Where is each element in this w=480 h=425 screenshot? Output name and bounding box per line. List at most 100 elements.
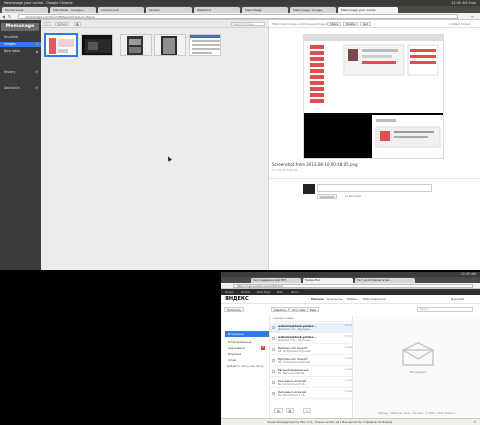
sidebar-item-danishon[interactable]: DanishOn ⚙ bbox=[0, 86, 41, 91]
message-row[interactable]: webmina@desk.yandex... Jpeartest.com - К… bbox=[270, 323, 354, 333]
delete-button[interactable]: Delete bbox=[343, 22, 359, 26]
sidebar-item-history[interactable]: History ⚙ bbox=[0, 70, 41, 75]
image-thumbnail[interactable] bbox=[81, 34, 113, 56]
message-row[interactable]: webmina@desk.yandex... Jpeartest.com - К… bbox=[270, 334, 354, 344]
message-row[interactable]: ByChess.com Support Re: По ByChess Крупн… bbox=[270, 356, 354, 366]
mail-footer: Помощь · Обратная связь · Реклама · © 20… bbox=[378, 412, 456, 415]
app-logo[interactable]: Memonage bbox=[1, 23, 39, 31]
image-thumbnail[interactable] bbox=[44, 33, 78, 57]
yandex-logo[interactable]: ЯНДЕКС bbox=[225, 296, 249, 303]
folder-label: Спам bbox=[228, 358, 237, 362]
mail-search-input[interactable]: Поиск bbox=[417, 307, 473, 312]
message-checkbox[interactable] bbox=[272, 392, 275, 395]
sort-header[interactable]: Сначала новые bbox=[270, 316, 354, 322]
menu-icon[interactable]: ≡ bbox=[471, 14, 474, 19]
comment-button[interactable]: Comment bbox=[317, 194, 337, 199]
close-icon[interactable]: × bbox=[473, 419, 476, 425]
folder-label: Корзина bbox=[228, 352, 242, 356]
image-thumbnail[interactable] bbox=[189, 34, 221, 56]
message-date: 9 мая bbox=[344, 346, 352, 349]
comment-input[interactable] bbox=[317, 184, 432, 192]
add-folder-link[interactable]: Добавить папку или метку bbox=[227, 364, 264, 369]
user-name[interactable]: Джозеф bbox=[451, 297, 464, 302]
nav-subscriptions[interactable]: Мои подписки bbox=[363, 297, 386, 302]
avatar bbox=[303, 184, 315, 194]
folder-count: 3 bbox=[261, 346, 265, 350]
nav-contacts[interactable]: Контакты bbox=[327, 297, 342, 302]
chrome-window-yandex-mail: 12:45 AM Тех поддержка для РНР... Yandex… bbox=[221, 272, 480, 425]
back-icon[interactable]: ◀ bbox=[2, 14, 5, 19]
spam-button[interactable]: Это спам bbox=[289, 307, 309, 312]
message-checkbox[interactable] bbox=[272, 359, 275, 362]
sidebar-item-images[interactable]: Images 9 bbox=[0, 42, 41, 47]
message-row[interactable]: Беломенко Алексей Re: Оплатить в 3 сф...… bbox=[270, 389, 354, 399]
message-row[interactable]: ByChess.com Support Re: По ByChess Крупн… bbox=[270, 345, 354, 355]
search-input[interactable]: Search Images ... bbox=[231, 22, 265, 26]
image-date: 10 Aug 2013 00:48 bbox=[272, 169, 297, 172]
preview-image bbox=[303, 34, 444, 159]
folder-label: Входящие bbox=[228, 332, 245, 336]
mail-toolbar: Написать Удалить Это спам Ещё Поиск bbox=[221, 305, 480, 314]
folder-label: Отправленные bbox=[228, 340, 252, 344]
grid-view-icon[interactable]: ▦ bbox=[74, 22, 81, 26]
search-icon[interactable]: ⌕ bbox=[303, 408, 311, 413]
folder-spam[interactable]: Спам bbox=[225, 357, 269, 363]
reload-icon[interactable]: ↻ bbox=[8, 14, 11, 19]
folder-list: Входящие Отправленные Черновики 3 Корзин… bbox=[221, 323, 269, 425]
message-subject: Re: По ByChess Крупный bbox=[278, 361, 311, 364]
browser-tab-strip: Расписание Macintosh - Google+ yoururl.c… bbox=[0, 6, 480, 13]
envelope-icon bbox=[402, 342, 434, 366]
comment-form: Comment as DanishOn bbox=[303, 184, 432, 199]
image-thumbnail[interactable] bbox=[154, 34, 186, 56]
folder-inbox[interactable]: Входящие bbox=[225, 331, 269, 337]
compose-button[interactable]: Написать bbox=[224, 307, 244, 312]
gear-icon: ⚙ bbox=[35, 86, 38, 90]
message-row[interactable]: Беломенко Алексей Re: Оплатить в 3 сф...… bbox=[270, 378, 354, 388]
message-checkbox[interactable] bbox=[272, 381, 275, 384]
app-area: Memonage Uncalled Images 9 New table His… bbox=[0, 20, 480, 270]
image-filename: Screenshot from 2013-08-10 00:48:05.png bbox=[272, 162, 358, 167]
image-grid-panel: ☐ Upload ▦ Search Images ... bbox=[41, 20, 269, 270]
image-thumbnail[interactable] bbox=[120, 34, 152, 56]
dot-icon bbox=[36, 50, 38, 53]
message-date: 10:44 bbox=[344, 324, 352, 327]
sidebar-item-uncalled[interactable]: Uncalled bbox=[0, 35, 41, 40]
message-subject: Jpeartest.com - Крупные... bbox=[278, 339, 312, 342]
sidebar-item-label: Uncalled bbox=[4, 35, 18, 39]
sidebar-item-label: DanishOn bbox=[4, 86, 20, 90]
mail-header: ЯНДЕКС Письма Контакты Файлы Мои подписк… bbox=[221, 295, 480, 304]
message-checkbox[interactable] bbox=[272, 337, 275, 340]
message-subject: Re: Welcome vehicle bbox=[278, 372, 304, 375]
message-list: Сначала новые webmina@desk.yandex... Jpe… bbox=[269, 316, 354, 425]
divider bbox=[269, 178, 480, 179]
image-link[interactable]: http://memonage.com/Unsaved/image/fresh bbox=[272, 22, 334, 26]
image-preview-panel: http://memonage.com/Unsaved/image/fresh … bbox=[269, 20, 480, 270]
delete-button[interactable]: Удалить bbox=[271, 307, 290, 312]
message-checkbox[interactable] bbox=[272, 348, 275, 351]
message-row[interactable]: Евгений Шереметьев Re: Welcome vehicle 9… bbox=[270, 367, 354, 377]
sidebar-item-label: Images bbox=[4, 42, 16, 46]
address-bar[interactable]: memonage.com/foo/34fbfe/andme/by/1r/fres… bbox=[18, 14, 458, 19]
message-checkbox[interactable] bbox=[272, 326, 275, 329]
tray-user: Ema bbox=[468, 1, 476, 5]
upload-button[interactable]: Upload bbox=[55, 22, 69, 26]
select-all-checkbox[interactable]: ☐ bbox=[44, 22, 51, 26]
share-button[interactable]: Share bbox=[327, 22, 342, 26]
get-button[interactable]: Get bbox=[360, 22, 371, 26]
sidebar-item-label: New table bbox=[4, 49, 21, 53]
chrome-window-memonage: Memonage your online - Google Chrome 12:… bbox=[0, 0, 480, 270]
message-date: 10:44 bbox=[344, 335, 352, 338]
nav-files[interactable]: Файлы bbox=[347, 297, 358, 302]
full-view-icon[interactable]: ▥ bbox=[285, 408, 295, 413]
sidebar-item-new-table[interactable]: New table bbox=[0, 49, 41, 54]
compact-view-icon[interactable]: ▤ bbox=[274, 408, 283, 413]
more-button[interactable]: Ещё bbox=[307, 307, 320, 312]
mouse-cursor bbox=[166, 155, 172, 162]
nav-letters[interactable]: Письма bbox=[311, 297, 324, 302]
reading-pane: Входящие Помощь · Обратная связь · Рекла… bbox=[354, 316, 480, 425]
folder-label: Черновики bbox=[228, 346, 246, 350]
empty-state-label: Входящие bbox=[409, 370, 427, 374]
message-subject: Jpeartest.com - Крупные... bbox=[278, 328, 312, 331]
message-checkbox[interactable] bbox=[272, 370, 275, 373]
address-bar[interactable]: https://mail.yandex.ru/neo2/#inbox bbox=[233, 284, 473, 288]
